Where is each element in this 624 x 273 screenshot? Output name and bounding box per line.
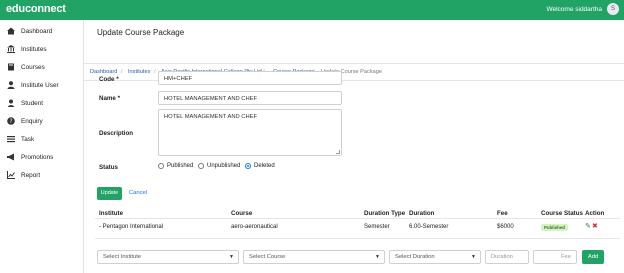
- delete-icon[interactable]: ✖: [592, 222, 598, 230]
- column-header-duration: Duration: [409, 210, 435, 217]
- status-label: Status: [99, 164, 118, 171]
- column-header-action: Action: [585, 210, 605, 217]
- column-header-fee: Fee: [497, 210, 508, 217]
- chevron-down-icon: ▼: [375, 254, 380, 260]
- code-label: Code *: [99, 76, 119, 83]
- sidebar-item-label: Courses: [21, 63, 45, 71]
- column-header-institute: Institute: [99, 210, 124, 217]
- sidebar-item-institute-user[interactable]: Institute User: [6, 80, 59, 90]
- status-radio-unpublished[interactable]: Unpublished: [198, 163, 240, 169]
- select-value: Select Course: [249, 254, 286, 260]
- book-icon: [6, 63, 15, 72]
- add-button[interactable]: Add: [582, 250, 604, 264]
- top-bar: educonnect Welcome siddartha S: [0, 0, 624, 20]
- list-icon: [6, 135, 15, 144]
- code-field[interactable]: HM+CHEF: [158, 71, 342, 85]
- fee-input[interactable]: Fee: [533, 250, 577, 264]
- description-textarea[interactable]: HOTEL MANAGEMENT AND CHEF: [158, 109, 342, 156]
- breadcrumb-institutes[interactable]: Institutes: [128, 69, 150, 75]
- breadcrumb-separator: /: [121, 69, 123, 75]
- cancel-link[interactable]: Cancel: [129, 190, 147, 196]
- status-option-label: Deleted: [254, 163, 275, 169]
- table-divider: [95, 218, 620, 219]
- status-badge: Published: [541, 224, 568, 231]
- sidebar-item-label: Dashboard: [21, 27, 53, 35]
- status-option-label: Published: [167, 163, 194, 169]
- status-option-label: Unpublished: [207, 163, 241, 169]
- cell-duration-type: Semester: [364, 224, 390, 230]
- chevron-down-icon: ▼: [229, 254, 234, 260]
- sidebar-item-dashboard[interactable]: Dashboard: [6, 26, 52, 36]
- sidebar-item-label: Enquiry: [21, 117, 43, 125]
- page-title: Update Course Package: [97, 28, 185, 37]
- select-value: Select Institute: [103, 254, 142, 260]
- chevron-down-icon: ▼: [471, 254, 476, 260]
- column-header-duration-type: Duration Type: [364, 210, 406, 217]
- question-icon: ?: [6, 117, 15, 126]
- column-header-course: Course: [231, 210, 253, 217]
- column-header-course-status: Course Status: [541, 210, 583, 217]
- duration-input[interactable]: Duration: [485, 250, 529, 264]
- description-label: Description: [99, 130, 134, 137]
- cell-course: aero-aeronautical: [231, 224, 278, 230]
- sidebar-item-label: Institutes: [21, 45, 47, 53]
- welcome-text: Welcome siddartha: [546, 6, 602, 13]
- sidebar-item-label: Institute User: [21, 81, 59, 89]
- update-button[interactable]: Update: [97, 187, 122, 200]
- radio-checked-icon: [245, 163, 251, 169]
- status-radio-deleted[interactable]: Deleted: [245, 163, 275, 169]
- resize-handle-icon[interactable]: [336, 150, 340, 154]
- breadcrumb-dashboard[interactable]: Dashboard: [90, 69, 117, 75]
- duration-select[interactable]: Select Duration ▼: [389, 250, 481, 264]
- home-icon: [6, 27, 15, 36]
- breadcrumb-separator: /: [154, 69, 156, 75]
- sidebar-item-student[interactable]: Student: [6, 98, 43, 108]
- select-value: Select Duration: [395, 254, 435, 260]
- description-text: HOTEL MANAGEMENT AND CHEF: [164, 114, 258, 120]
- sidebar-item-promotions[interactable]: Promotions: [6, 152, 53, 162]
- sidebar-item-label: Report: [21, 171, 41, 179]
- institution-icon: [6, 45, 15, 54]
- svg-text:?: ?: [9, 118, 12, 125]
- sidebar-item-institutes[interactable]: Institutes: [6, 44, 47, 54]
- student-icon: [6, 99, 15, 108]
- sidebar: Dashboard Institutes Courses Institute U…: [0, 20, 84, 273]
- name-label: Name *: [99, 95, 120, 102]
- megaphone-icon: [6, 153, 15, 162]
- sidebar-item-enquiry[interactable]: ? Enquiry: [6, 116, 43, 126]
- sidebar-item-report[interactable]: Report: [6, 170, 40, 180]
- sidebar-item-task[interactable]: Task: [6, 134, 34, 144]
- avatar[interactable]: S: [607, 3, 619, 15]
- sidebar-item-label: Student: [21, 99, 44, 107]
- sidebar-item-label: Task: [21, 135, 35, 143]
- cell-fee: $6000: [497, 224, 514, 230]
- chart-icon: [6, 171, 15, 180]
- user-icon: [6, 81, 15, 90]
- radio-icon: [198, 163, 204, 169]
- cell-institute: - Pentagon International: [99, 224, 164, 230]
- status-radio-published[interactable]: Published: [158, 163, 193, 169]
- institute-select[interactable]: Select Institute ▼: [97, 250, 239, 264]
- course-select[interactable]: Select Course ▼: [243, 250, 385, 264]
- name-field[interactable]: HOTEL MANAGEMENT AND CHEF: [158, 91, 342, 105]
- brand-logo[interactable]: educonnect: [6, 3, 66, 15]
- table-divider: [95, 238, 620, 239]
- sidebar-item-label: Promotions: [21, 153, 54, 161]
- cell-duration: 6.00-Semester: [409, 224, 449, 230]
- radio-icon: [158, 163, 164, 169]
- edit-icon[interactable]: ✎: [585, 222, 591, 230]
- sidebar-item-courses[interactable]: Courses: [6, 62, 45, 72]
